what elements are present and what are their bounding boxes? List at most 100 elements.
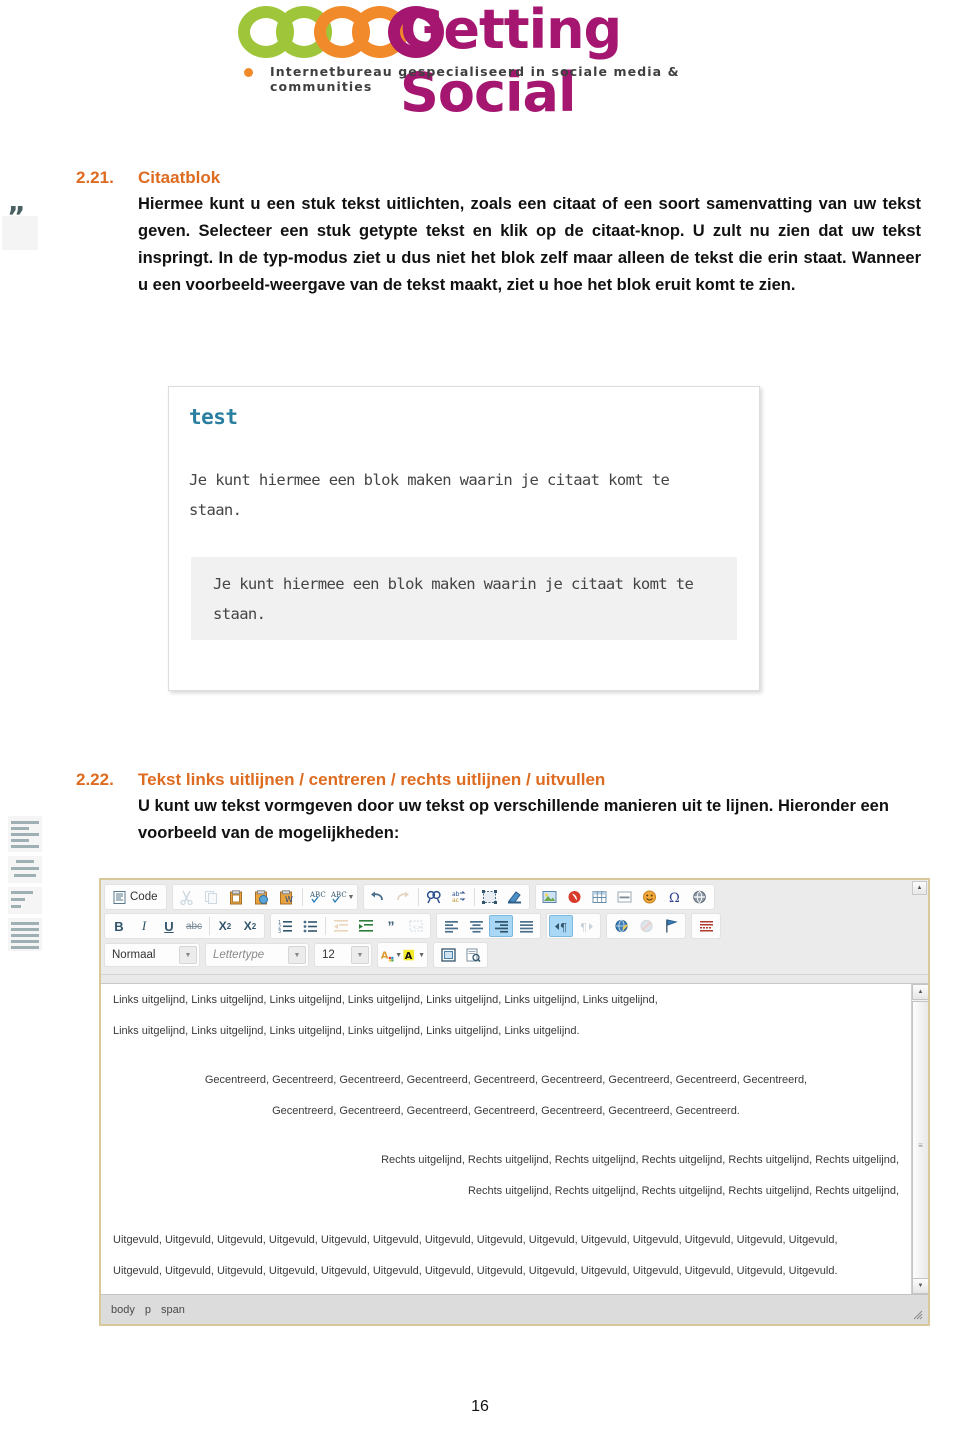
editor-paragraph: Links uitgelijnd, Links uitgelijnd, Link…	[113, 1025, 580, 1038]
spell-check-button[interactable]: ABC	[306, 886, 330, 908]
replace-button[interactable]: ab ac	[447, 886, 471, 908]
editor-paragraph: Rechts uitgelijnd, Rechts uitgelijnd, Re…	[467, 1185, 899, 1198]
find-button[interactable]	[422, 886, 446, 908]
horizontal-rule-button[interactable]	[613, 886, 637, 908]
section-2-21-heading: 2.21. Citaatblok	[76, 168, 921, 188]
text-alignment-icon	[8, 816, 42, 951]
citaatblok-example-screenshot: test Je kunt hiermee een blok maken waar…	[168, 386, 760, 691]
chevron-down-icon: ▼	[179, 946, 197, 964]
example-paragraph: Je kunt hiermee een blok maken waarin je…	[189, 471, 670, 520]
section-2-21-body: Hiermee kunt u een stuk tekst uitlichten…	[138, 195, 921, 295]
justify-button[interactable]	[514, 915, 538, 937]
superscript-button[interactable]: X2	[238, 915, 262, 937]
paragraph-format-select[interactable]: Normaal ▼	[104, 943, 200, 967]
editor-scrollbar[interactable]: ▲ ≡ ▼	[911, 984, 928, 1294]
image-button[interactable]	[538, 886, 562, 908]
unlink-button[interactable]	[634, 915, 658, 937]
blockquote-button[interactable]: ”	[379, 915, 403, 937]
smiley-button[interactable]	[638, 886, 662, 908]
decrease-indent-button[interactable]	[329, 915, 353, 937]
link-button[interactable]	[609, 915, 633, 937]
section-2-22-body: U kunt uw tekst vormgeven door uw tekst …	[138, 797, 889, 843]
undo-button[interactable]	[366, 886, 390, 908]
paste-as-plain-text-button[interactable]	[250, 886, 274, 908]
source-code-button[interactable]: Code	[107, 886, 164, 908]
editor-paragraph: Uitgevuld, Uitgevuld, Uitgevuld, Uitgevu…	[113, 1265, 838, 1278]
table-button[interactable]	[588, 886, 612, 908]
underline-button[interactable]: U	[157, 915, 181, 937]
example-blockquote-text: Je kunt hiermee een blok maken waarin je…	[213, 575, 694, 624]
bulleted-list-button[interactable]	[298, 915, 322, 937]
create-div-button[interactable]: <>	[404, 915, 428, 937]
element-path-p[interactable]: p	[145, 1304, 151, 1316]
text-direction-rtl-button[interactable]: ¶	[574, 915, 598, 937]
bold-button[interactable]: B	[107, 915, 131, 937]
font-family-select[interactable]: Lettertype ▼	[205, 943, 309, 967]
paragraph-format-value: Normaal	[112, 949, 156, 961]
preview-button[interactable]	[461, 944, 485, 966]
section-2-21: 2.21. Citaatblok Hiermee kunt u een stuk …	[76, 168, 921, 299]
toolbar-row-3: Normaal ▼ Lettertype ▼ 12 ▼ A ▼ A ▼ ▲	[104, 881, 927, 968]
font-family-placeholder: Lettertype	[213, 949, 265, 961]
element-path-span[interactable]: span	[161, 1304, 185, 1316]
remove-format-button[interactable]	[503, 886, 527, 908]
text-direction-ltr-button[interactable]: ¶	[549, 915, 573, 937]
svg-text:<>: <>	[412, 924, 422, 931]
editor-toolbar: Code W ABC ABC ▼ ab ac Ω B I U abc X 2 X…	[101, 880, 928, 975]
paste-from-word-button[interactable]: W	[275, 886, 299, 908]
font-size-value: 12	[322, 949, 335, 961]
align-right-button[interactable]	[489, 915, 513, 937]
increase-indent-button[interactable]	[354, 915, 378, 937]
svg-text:Ω: Ω	[669, 891, 680, 904]
editor-paragraph: Rechts uitgelijnd, Rechts uitgelijnd, Re…	[381, 1154, 899, 1167]
align-center-button[interactable]	[464, 915, 488, 937]
paste-button[interactable]	[225, 886, 249, 908]
strikethrough-button[interactable]: abc	[182, 915, 206, 937]
svg-text:¶: ¶	[560, 921, 567, 933]
section-2-22-title: Tekst links uitlijnen / centreren / rech…	[138, 770, 606, 789]
chevron-down-icon: ▼	[351, 946, 369, 964]
spell-check-as-you-type-button[interactable]: ABC ▼	[331, 886, 355, 908]
page-header: Getting Social Internetbureau gespeciali…	[0, 0, 960, 124]
scrollbar-grip-icon: ≡	[918, 1141, 923, 1150]
page-break-button[interactable]	[688, 886, 712, 908]
anchor-button[interactable]	[659, 915, 683, 937]
page-number: 16	[471, 1398, 489, 1415]
numbered-list-button[interactable]: 123	[273, 915, 297, 937]
flash-button[interactable]	[563, 886, 587, 908]
editor-document[interactable]: Links uitgelijnd, Links uitgelijnd, Link…	[101, 984, 911, 1294]
redo-button[interactable]	[391, 886, 415, 908]
font-size-select[interactable]: 12 ▼	[314, 943, 372, 967]
scroll-down-button[interactable]: ▼	[912, 1278, 928, 1294]
italic-button[interactable]: I	[132, 915, 156, 937]
tagline-bullet-icon	[244, 68, 253, 77]
scroll-up-button[interactable]: ▲	[912, 984, 928, 1000]
editor-status-bar: body p span	[101, 1294, 928, 1324]
resize-handle-icon[interactable]	[911, 1308, 923, 1320]
superscript-label: X	[243, 919, 252, 933]
copy-button[interactable]	[200, 886, 224, 908]
svg-text:A: A	[405, 951, 413, 962]
editor-paragraph: Links uitgelijnd, Links uitgelijnd, Link…	[113, 994, 658, 1006]
logo-tagline: Internetbureau gespecialiseerd in social…	[270, 64, 680, 94]
background-color-button[interactable]: A ▼	[403, 944, 425, 966]
select-all-button[interactable]	[478, 886, 502, 908]
editor-content-area[interactable]: Links uitgelijnd, Links uitgelijnd, Link…	[101, 983, 928, 1294]
section-2-21-title: Citaatblok	[138, 168, 221, 187]
toolbar-collapse-button[interactable]: ▲	[912, 881, 927, 895]
quote-marks-icon: ”	[2, 200, 38, 250]
toolbar-row-2: B I U abc X2 X2 123 ” <> ¶ ¶	[104, 913, 925, 939]
text-color-button[interactable]: A ▼	[380, 944, 402, 966]
special-character-button[interactable]: Ω	[663, 886, 687, 908]
show-blocks-button[interactable]	[694, 915, 718, 937]
example-heading: test	[189, 405, 238, 429]
toolbar-row-1: Code W ABC ABC ▼ ab ac Ω	[104, 884, 925, 910]
subscript-button[interactable]: X2	[213, 915, 237, 937]
cut-button[interactable]	[175, 886, 199, 908]
scrollbar-thumb[interactable]: ≡	[912, 1001, 928, 1291]
section-2-22-number: 2.22.	[76, 770, 114, 789]
align-left-button[interactable]	[439, 915, 463, 937]
svg-text:A: A	[381, 950, 389, 961]
element-path-body[interactable]: body	[111, 1304, 135, 1316]
maximize-button[interactable]	[436, 944, 460, 966]
